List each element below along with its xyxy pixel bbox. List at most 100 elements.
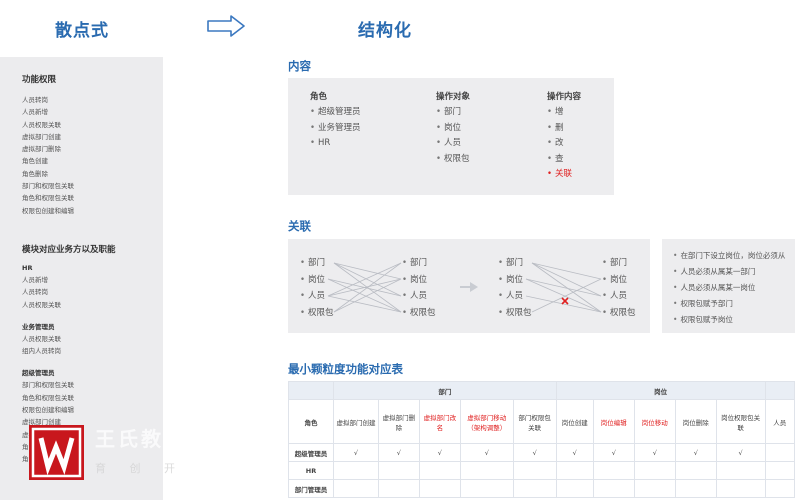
relation-item: • 岗位 <box>498 272 532 289</box>
column-head: 操作内容 <box>547 92 582 102</box>
list-item: 角色和权限包关联 <box>22 194 74 203</box>
table-cell: √ <box>715 443 766 462</box>
bullet-icon: • <box>673 267 678 276</box>
relation-item: • 权限包 <box>402 305 436 322</box>
relation-item: • 权限包 <box>300 305 334 322</box>
content-item-label: HR <box>318 138 331 148</box>
bullet-icon: • <box>498 274 504 285</box>
bullet-icon: • <box>300 291 306 301</box>
content-item: • 删 <box>547 121 572 137</box>
list-item: 人员转岗 <box>22 288 48 297</box>
group-header-position: 岗位 <box>555 381 766 400</box>
content-item: • 人员 <box>436 136 470 152</box>
relation-box: • 部门 • 岗位 • 人员 • 权限包 • 部门 • 岗位 • 人员 • 权限包 • 部门 • 岗位 • 人员 • 权限… <box>288 239 650 333</box>
table-cell <box>715 479 766 498</box>
group-title: HR <box>22 264 33 272</box>
table-cell <box>592 461 635 480</box>
rule-label: 权限包赋予部门 <box>680 299 733 308</box>
table-cell <box>633 461 676 480</box>
content-item: • 业务管理员 <box>310 121 361 137</box>
bullet-icon: • <box>436 138 442 148</box>
list-item: 人员权限关联 <box>22 334 61 343</box>
section-title: 功能权限 <box>22 75 57 85</box>
list-item: 人员转岗 <box>22 96 48 104</box>
bullet-icon: • <box>436 107 442 117</box>
list-item: 角色和权限包关联 <box>22 393 74 402</box>
rules-box: • 在部门下设立岗位，岗位必须从 • 人员必须从属某一部门 • 人员必须从属某一岗位 • 权限… <box>662 239 795 333</box>
content-item-label: 删 <box>555 122 564 133</box>
content-item-label: 权限包 <box>444 153 470 164</box>
column-header: 部门权限包关联 <box>512 399 557 444</box>
bullet-icon: • <box>673 315 678 324</box>
bullet-icon: • <box>402 274 408 285</box>
column-header: 岗位删除 <box>674 399 717 444</box>
list-item: 人员新增 <box>22 276 48 284</box>
rule-label: 权限包赋予岗位 <box>680 315 733 324</box>
column-header: 岗位移动 <box>633 399 676 444</box>
table-cell: √ <box>674 443 717 462</box>
table-cell <box>674 479 717 498</box>
list-item: 组内人员转岗 <box>22 347 61 356</box>
relation-item: • 部门 <box>402 255 436 272</box>
column-header: 岗位编辑 <box>592 399 635 444</box>
relation-item: • 部门 <box>498 255 532 272</box>
bullet-icon: • <box>547 169 553 179</box>
table-cell <box>512 479 557 498</box>
table-row: 超级管理员 √ √ √ √ √ √ √ √ √ √ <box>288 443 795 462</box>
content-item: • 改 <box>547 136 572 152</box>
table-cell: √ <box>418 443 461 462</box>
w-logo-icon <box>31 427 82 478</box>
watermark-text: 王氏教 <box>95 427 164 451</box>
relation-lines <box>327 262 602 313</box>
bullet-icon: • <box>498 307 504 318</box>
bullet-icon: • <box>310 122 316 133</box>
table-cell <box>592 479 635 498</box>
bullet-icon: • <box>602 307 608 318</box>
relation-item-label: 人员 <box>308 291 326 301</box>
table-cell: √ <box>555 443 594 462</box>
function-permission-section: 功能权限 人员转岗 人员新增 人员权限关联 虚拟部门创建 虚拟部门删除 角色创建 角色删除部… <box>22 73 74 217</box>
relation-item-label: 部门 <box>506 258 524 268</box>
bullet-icon: • <box>402 258 408 268</box>
function-table: 部门 岗位 角色 虚拟部门创建 虚拟部门删除 虚拟部门改名 虚拟部门移动（架构调整） 部门权限… <box>288 381 795 498</box>
relation-item: • 人员 <box>402 288 436 305</box>
relation-title: 关联 <box>288 219 311 233</box>
table-cell <box>512 461 557 480</box>
rule-label: 在部门下设立岗位，岗位必须从 <box>680 251 786 260</box>
table-cell <box>715 461 766 480</box>
role-group: HR 人员新增 人员转岗 人员权限关联 <box>22 264 116 311</box>
content-item-label: 部门 <box>444 107 462 117</box>
relation-item: • 权限包 <box>498 305 532 322</box>
relation-item: • 人员 <box>602 288 636 305</box>
content-item: • 增 <box>547 105 572 121</box>
list-item: 权限包创建和编辑 <box>22 206 74 215</box>
table-cell <box>555 461 594 480</box>
rule-item: • 在部门下设立岗位，岗位必须从 <box>673 248 785 264</box>
column-header: 岗位权限包关联 <box>715 399 766 444</box>
role-group: 业务管理员 人员权限关联 组内人员转岗 <box>22 321 116 358</box>
watermark-sub: 育 创 开 <box>95 462 185 475</box>
bullet-icon: • <box>602 258 608 268</box>
content-item-label: 人员 <box>444 138 462 148</box>
table-cell: √ <box>592 443 635 462</box>
column-header: 人员 <box>764 399 795 444</box>
table-row: HR <box>288 461 795 480</box>
list-item: 虚拟部门删除 <box>22 145 61 154</box>
relation-item: • 部门 <box>300 255 334 272</box>
bullet-icon: • <box>673 283 678 292</box>
bullet-icon: • <box>673 251 678 260</box>
relation-item-label: 权限包 <box>308 307 334 318</box>
bullet-icon: • <box>436 153 442 164</box>
content-item-label: 岗位 <box>444 122 462 133</box>
table-corner <box>288 381 334 400</box>
table-cell <box>377 461 420 480</box>
content-item: • 超级管理员 <box>310 105 361 121</box>
bullet-icon: • <box>300 258 306 268</box>
table-row: 部门管理员 <box>288 479 795 498</box>
relation-item: • 权限包 <box>602 305 636 322</box>
table-cell <box>418 461 461 480</box>
column-header: 虚拟部门移动（架构调整） <box>459 399 514 444</box>
column-header: 虚拟部门删除 <box>377 399 420 444</box>
content-item-label: 关联 <box>555 169 573 179</box>
row-role: HR <box>288 461 334 480</box>
